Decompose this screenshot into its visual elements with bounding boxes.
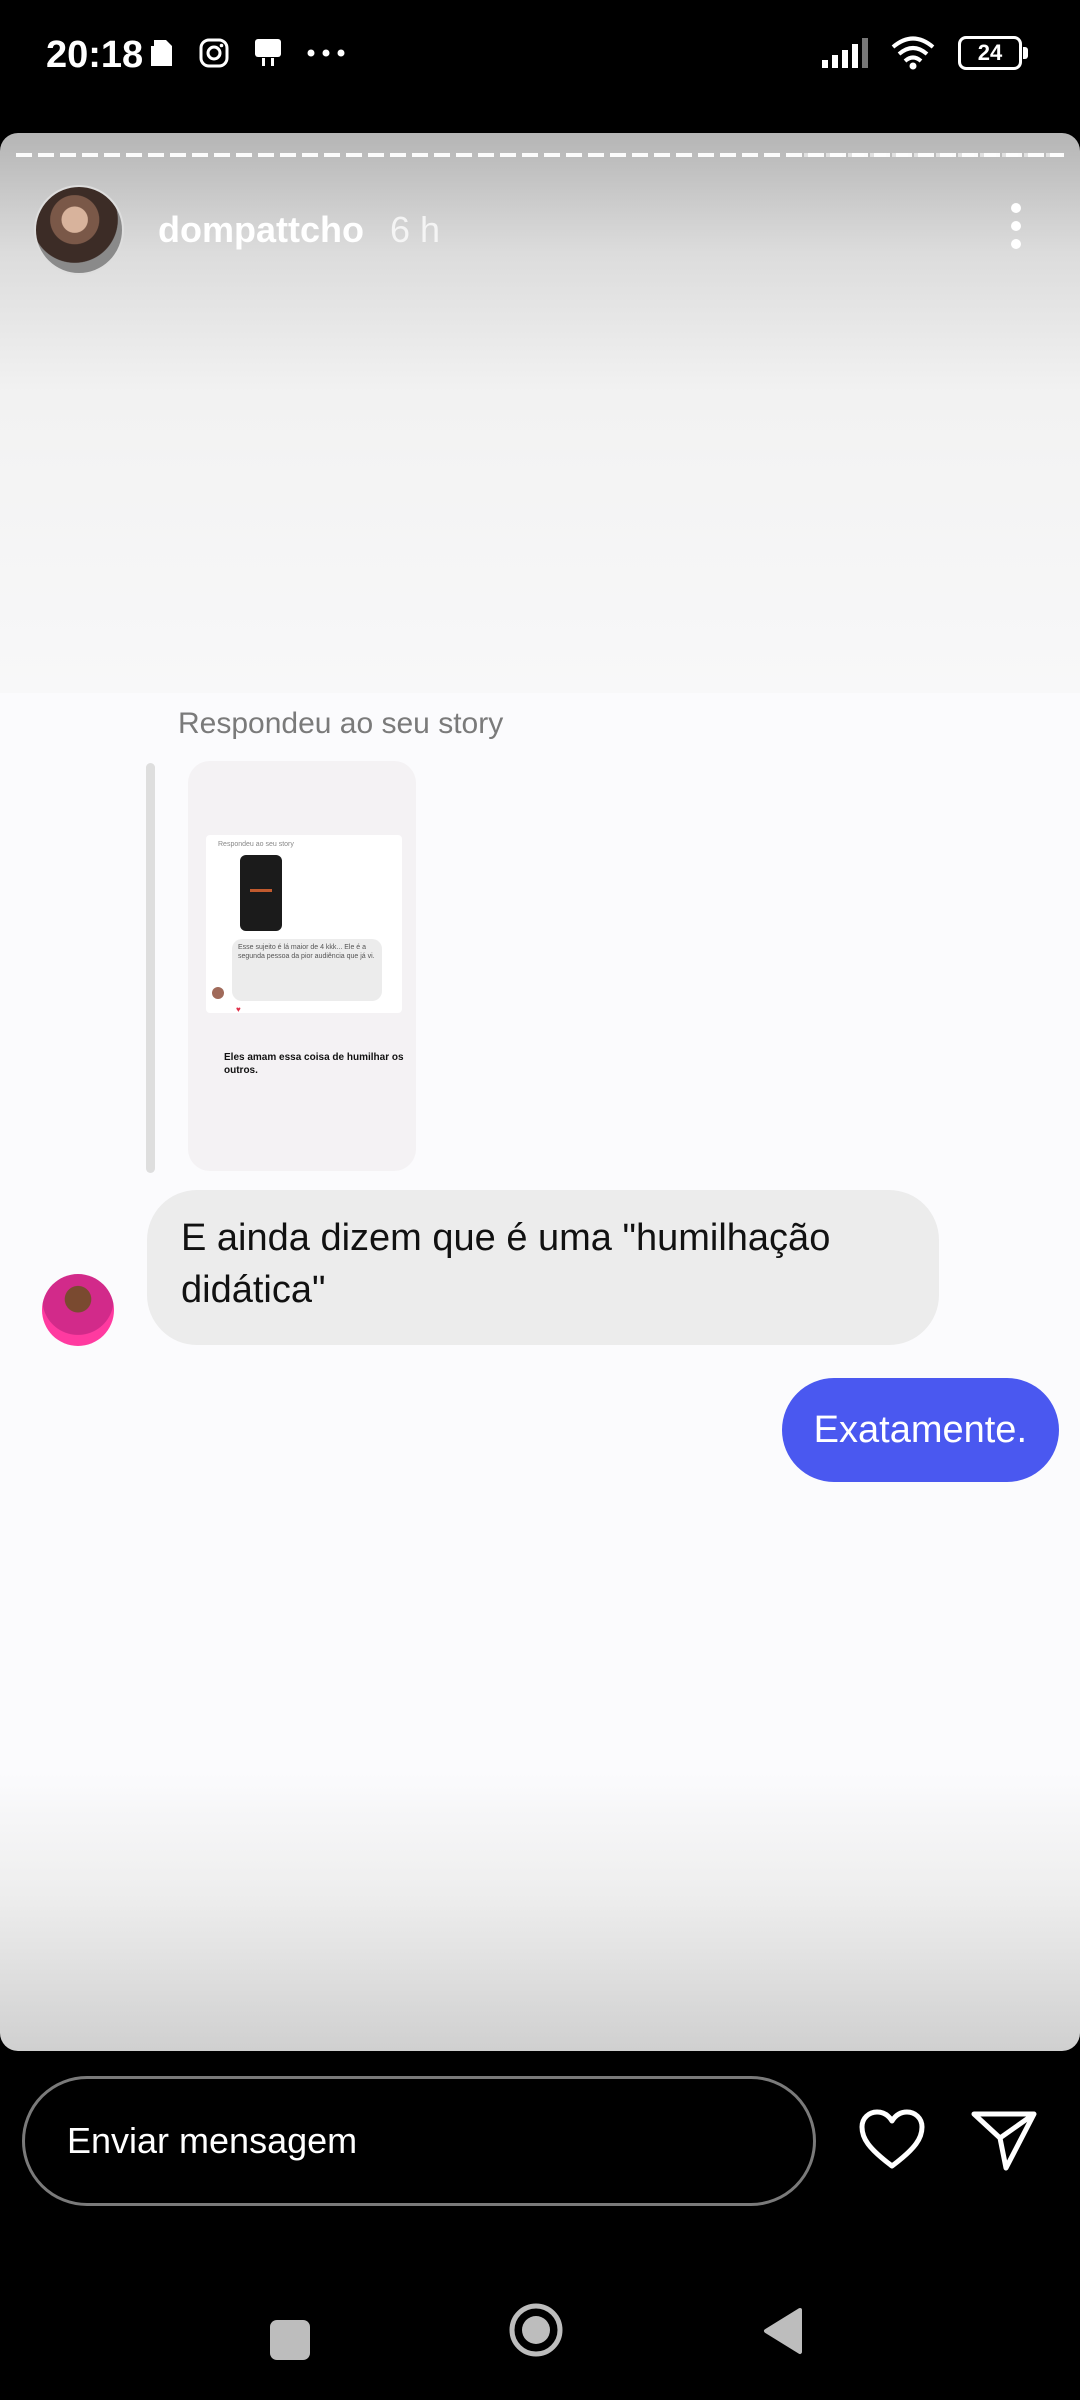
story-progress-bar — [16, 153, 1064, 157]
story-progress-remaining — [804, 153, 1064, 157]
signal-icon — [822, 38, 868, 68]
instagram-icon — [199, 38, 229, 68]
story-viewer[interactable]: dompattcho 6 h Respondeu ao seu story — [0, 133, 1080, 2051]
system-nav-bar — [0, 2280, 1080, 2380]
sim-icon — [151, 40, 172, 66]
sender-avatar[interactable] — [42, 1274, 114, 1346]
sent-message-bubble[interactable]: Exatamente. — [781, 1378, 1059, 1482]
wifi-icon — [891, 36, 935, 70]
story-header: dompattcho 6 h — [34, 185, 440, 275]
thumbnail-heart-icon: ♥ — [236, 1005, 241, 1014]
received-message-bubble[interactable]: E ainda dizem que é uma "humilhação didá… — [147, 1190, 939, 1345]
thumbnail-avatar — [212, 987, 224, 999]
notification-icon — [255, 39, 281, 66]
replied-story-thumbnail[interactable]: Respondeu ao seu story Esse sujeito é lá… — [188, 761, 416, 1171]
send-message-input[interactable] — [22, 2076, 816, 2206]
recents-button[interactable] — [270, 2320, 310, 2360]
reply-caption: Respondeu ao seu story — [178, 707, 504, 740]
more-options-icon[interactable] — [1006, 201, 1026, 251]
story-username[interactable]: dompattcho — [158, 209, 364, 251]
status-time: 20:18 — [46, 34, 144, 76]
back-button-icon[interactable] — [760, 2306, 804, 2356]
thumbnail-caption: Respondeu ao seu story — [218, 841, 294, 848]
status-bar: 20:18 24 — [0, 0, 1080, 120]
thumbnail-text: Eles amam essa coisa de humilhar os outr… — [224, 1052, 404, 1076]
status-right-icons: 24 — [820, 36, 1028, 70]
more-dots-icon — [307, 49, 345, 57]
thumbnail-bubble: Esse sujeito é lá maior de 4 kkk... Ele … — [232, 939, 382, 1001]
story-author-avatar[interactable] — [34, 185, 124, 275]
status-left-icons — [150, 36, 346, 70]
heart-icon[interactable] — [858, 2108, 926, 2172]
story-timestamp: 6 h — [389, 209, 441, 250]
thumbnail-phone-image — [240, 855, 282, 931]
send-icon[interactable] — [970, 2108, 1038, 2172]
battery-icon: 24 — [958, 36, 1028, 70]
home-button-icon[interactable] — [508, 2302, 564, 2358]
reply-quote-line — [146, 763, 155, 1173]
